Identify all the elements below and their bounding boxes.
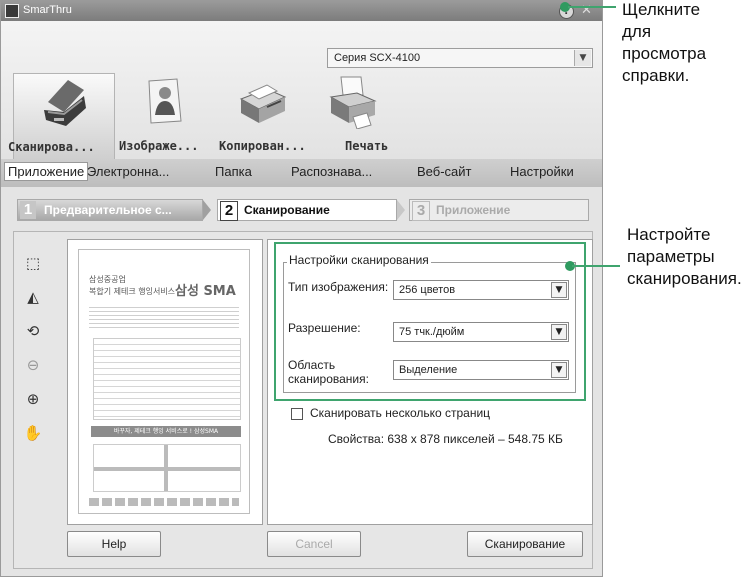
module-print-button[interactable]: Печать bbox=[315, 73, 415, 159]
step-number: 1 bbox=[20, 201, 36, 219]
image-type-label: Тип изображения: bbox=[288, 280, 389, 294]
smarthru-window: SmarThru ? ✕ Серия SCX-4100 ▼ Сканирова.… bbox=[0, 0, 603, 577]
tab-settings[interactable]: Настройки bbox=[510, 164, 574, 179]
tab-application[interactable]: Приложение bbox=[4, 162, 89, 181]
module-copy-button[interactable]: Копирован... bbox=[215, 73, 315, 159]
resolution-select[interactable]: 75 тчк./дюйм ▼ bbox=[393, 322, 569, 342]
step-application: 3 Приложение bbox=[409, 199, 589, 221]
printer-series-select[interactable]: Серия SCX-4100 ▼ bbox=[327, 48, 593, 68]
scan-area-value: Выделение bbox=[399, 364, 458, 376]
select-area-icon[interactable]: ⬚ bbox=[23, 253, 43, 273]
help-button[interactable]: Help bbox=[67, 531, 161, 557]
step-indicator: 1 Предварительное с... 2 Сканирование 3 … bbox=[1, 187, 602, 231]
multi-page-label: Сканировать несколько страниц bbox=[310, 406, 491, 420]
step-number: 3 bbox=[412, 201, 430, 221]
scan-settings-legend: Настройки сканирования bbox=[287, 253, 431, 267]
scanner-icon bbox=[44, 80, 86, 126]
step-label: Приложение bbox=[436, 203, 511, 217]
printer-icon bbox=[329, 76, 377, 129]
doc-brand: 삼성 SMA bbox=[175, 284, 236, 299]
chevron-down-icon[interactable]: ▼ bbox=[551, 282, 567, 298]
image-type-select[interactable]: 256 цветов ▼ bbox=[393, 280, 569, 300]
app-logo-icon bbox=[5, 4, 19, 18]
resolution-label: Разрешение: bbox=[288, 321, 361, 335]
tab-website[interactable]: Веб-сайт bbox=[417, 164, 471, 179]
copier-icon bbox=[239, 84, 287, 123]
pan-hand-icon[interactable]: ✋ bbox=[23, 423, 43, 443]
preview-toolbar: ⬚ ◭ ⟲ ⊖ ⊕ ✋ bbox=[23, 253, 49, 453]
doc-line-2: 복합기 제테크 행잉서비스 bbox=[89, 287, 176, 296]
module-image-label: Изображе... bbox=[119, 139, 199, 153]
settings-note-line: Настройте bbox=[627, 225, 711, 244]
scan-area-label-line2: сканирования: bbox=[288, 372, 369, 386]
help-note-line: просмотра bbox=[622, 44, 707, 63]
help-note-line: Щелкните bbox=[622, 0, 701, 19]
module-scan-button[interactable]: Сканирова... bbox=[8, 73, 115, 159]
help-callout-line bbox=[568, 6, 616, 8]
window-title: SmarThru bbox=[23, 4, 72, 16]
module-print-label: Печать bbox=[345, 139, 389, 153]
doc-banner: 바꾸자, 제테크 행잉 서비스로 ! 삼성SMA bbox=[91, 426, 241, 437]
doc-list-block bbox=[93, 338, 241, 420]
scan-area-select[interactable]: Выделение ▼ bbox=[393, 360, 569, 380]
tab-folder[interactable]: Папка bbox=[215, 164, 252, 179]
step-arrow-icon bbox=[203, 200, 211, 220]
cancel-button[interactable]: Cancel bbox=[267, 531, 361, 557]
step-label: Предварительное с... bbox=[44, 203, 172, 217]
step-label: Сканирование bbox=[244, 203, 330, 217]
step-preview[interactable]: 1 Предварительное с... bbox=[17, 199, 203, 221]
settings-annotation: Настройте параметры сканирования. bbox=[627, 224, 742, 290]
tab-ocr[interactable]: Распознава... bbox=[291, 164, 372, 179]
doc-text-block bbox=[89, 304, 239, 330]
flip-icon[interactable]: ◭ bbox=[23, 287, 43, 307]
image-type-value: 256 цветов bbox=[399, 284, 456, 296]
zoom-in-icon[interactable]: ⊕ bbox=[23, 389, 43, 409]
zoom-out-icon[interactable]: ⊖ bbox=[23, 355, 43, 375]
module-scan-label: Сканирова... bbox=[8, 140, 95, 154]
scan-settings-highlight: Настройки сканирования Тип изображения: … bbox=[274, 242, 586, 401]
doc-map bbox=[93, 444, 241, 492]
module-image-button[interactable]: Изображе... bbox=[115, 73, 215, 159]
printer-series-value: Серия SCX-4100 bbox=[334, 52, 421, 64]
help-note-line: справки. bbox=[622, 66, 690, 85]
help-note-line: для bbox=[622, 22, 652, 41]
settings-note-line: параметры bbox=[627, 247, 715, 266]
resolution-value: 75 тчк./дюйм bbox=[399, 326, 465, 338]
scan-area-label-line1: Область bbox=[288, 358, 336, 372]
image-icon bbox=[148, 78, 182, 124]
settings-note-line: сканирования. bbox=[627, 269, 742, 288]
properties-text: Свойства: 638 x 878 пикселей – 548.75 КБ bbox=[328, 432, 563, 446]
step-arrow-icon bbox=[397, 200, 405, 220]
step-scan[interactable]: 2 Сканирование bbox=[217, 199, 397, 221]
scan-preview-pane[interactable]: 삼성중공업 복합기 제테크 행잉서비스 삼성 SMA 바꾸자, 제테크 행잉 서… bbox=[67, 239, 263, 525]
chevron-down-icon[interactable]: ▼ bbox=[551, 324, 567, 340]
chevron-down-icon[interactable]: ▼ bbox=[574, 50, 591, 66]
module-copy-label: Копирован... bbox=[219, 139, 306, 153]
scanned-document-thumbnail: 삼성중공업 복합기 제테크 행잉서비스 삼성 SMA 바꾸자, 제테크 행잉 서… bbox=[78, 249, 250, 514]
title-bar: SmarThru ? ✕ bbox=[1, 1, 602, 21]
module-toolbar: Серия SCX-4100 ▼ Сканирова... Изображе..… bbox=[1, 21, 602, 159]
settings-callout-line bbox=[572, 265, 620, 267]
doc-footer bbox=[89, 498, 239, 506]
multi-page-checkbox[interactable] bbox=[291, 408, 303, 420]
doc-line-1: 삼성중공업 bbox=[89, 275, 126, 284]
application-tabs: Приложение Электронна... Папка Распознав… bbox=[1, 159, 602, 187]
scan-button[interactable]: Сканирование bbox=[467, 531, 583, 557]
step-number: 2 bbox=[220, 201, 238, 221]
tab-email[interactable]: Электронна... bbox=[87, 164, 169, 179]
rotate-icon[interactable]: ⟲ bbox=[23, 321, 43, 341]
chevron-down-icon[interactable]: ▼ bbox=[551, 362, 567, 378]
help-annotation: Щелкните для просмотра справки. bbox=[622, 0, 706, 87]
